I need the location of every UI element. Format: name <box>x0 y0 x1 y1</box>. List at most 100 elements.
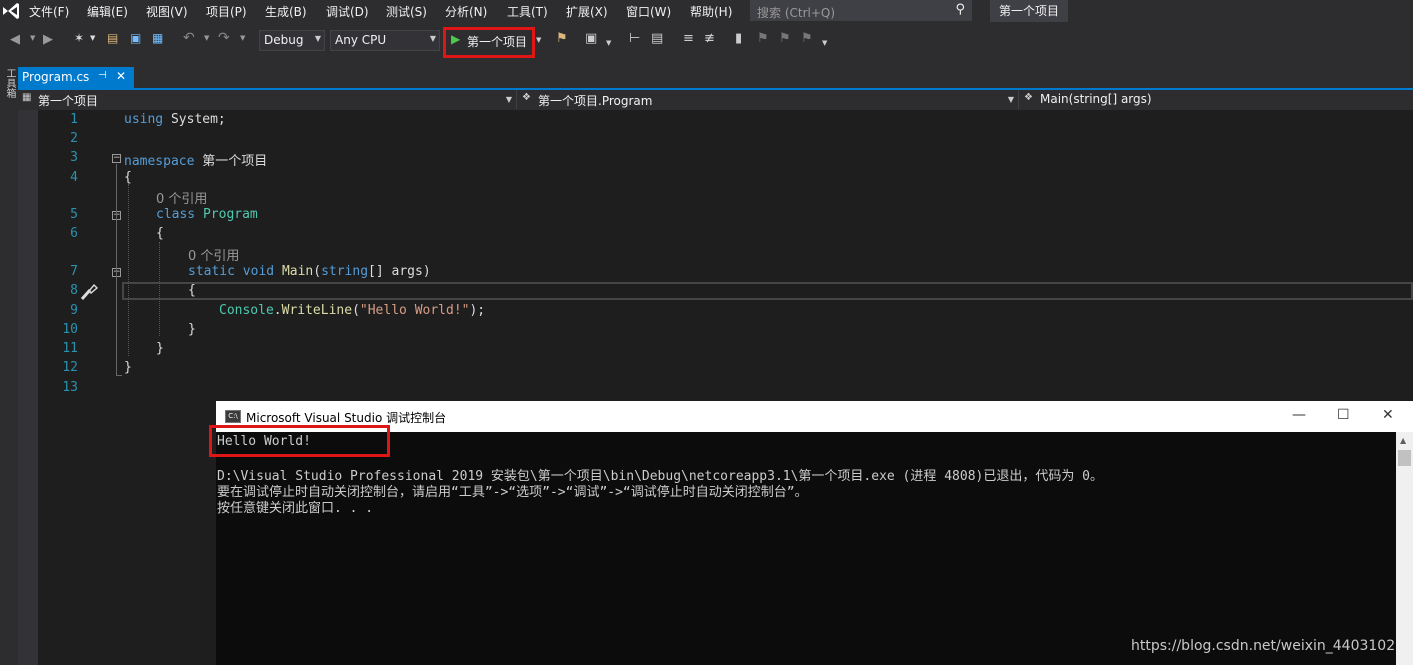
minimize-icon[interactable]: — <box>1292 407 1306 423</box>
uncomment-icon[interactable]: ≢ <box>704 31 715 46</box>
save-all-icon[interactable]: ▦ <box>152 31 163 45</box>
prev-bookmark-icon[interactable]: ⚑ <box>757 31 769 46</box>
code-line-12: } <box>124 360 132 375</box>
brace: } <box>124 360 132 375</box>
console-scrollbar[interactable]: ▲ <box>1396 432 1413 665</box>
codelens-references[interactable]: 0 个引用 <box>156 188 207 207</box>
forward-icon[interactable]: ▶ <box>43 32 53 47</box>
open-folder-icon[interactable]: ▤ <box>107 31 118 45</box>
csharp-project-icon: ▦ <box>22 92 32 103</box>
configuration-value: Debug <box>264 33 304 47</box>
code-line-4: { <box>124 170 132 185</box>
scrollbar-thumb[interactable] <box>1398 450 1411 466</box>
indent-guide <box>159 242 160 336</box>
toggle-panel-icon[interactable]: ▤ <box>651 31 663 46</box>
codelens-references[interactable]: 0 个引用 <box>188 245 239 264</box>
toolbox-strip[interactable]: 工具箱 <box>0 62 18 665</box>
menu-tools[interactable]: 工具(T) <box>507 3 548 20</box>
menu-window[interactable]: 窗口(W) <box>626 3 671 20</box>
comment-icon[interactable]: ≡ <box>683 31 694 46</box>
collapse-icon[interactable]: − <box>112 154 121 163</box>
keyword: string <box>321 264 369 279</box>
chevron-down-icon: ▼ <box>429 34 436 43</box>
type-name: Console <box>219 303 274 318</box>
class-dropdown[interactable]: ❖ 第一个项目.Program ▼ <box>518 90 1019 109</box>
clear-bookmarks-icon[interactable]: ⚑ <box>801 31 813 46</box>
browser-link-icon[interactable]: ⚑ <box>556 31 568 46</box>
tab-label: Program.cs <box>22 70 90 84</box>
maximize-icon[interactable]: ☐ <box>1337 407 1350 423</box>
undo-dropdown-icon[interactable]: ▼ <box>204 34 209 42</box>
next-bookmark-icon[interactable]: ⚑ <box>779 31 791 46</box>
code-text: ); <box>469 303 486 318</box>
line-number: 5 <box>70 207 78 222</box>
save-icon[interactable]: ▣ <box>130 31 141 45</box>
class-name: Program <box>202 207 258 222</box>
member-dropdown[interactable]: ❖ Main(string[] args) <box>1020 90 1413 109</box>
back-icon[interactable]: ◀ <box>10 32 20 47</box>
undo-icon[interactable]: ↶ <box>183 30 195 46</box>
run-dropdown-icon[interactable]: ▼ <box>536 36 541 44</box>
screenshot-icon[interactable]: ▣ <box>585 31 597 46</box>
highlight-box-run <box>443 27 535 58</box>
line-number: 3 <box>70 150 78 165</box>
new-dropdown-icon[interactable]: ▼ <box>90 34 95 42</box>
chevron-down-icon: ▼ <box>1007 95 1014 104</box>
code-line-3: namespace 第一个项目 <box>124 150 267 169</box>
screenshot-dropdown-icon[interactable]: ▼ <box>606 39 611 47</box>
method-name: WriteLine <box>281 303 353 318</box>
line-number: 2 <box>70 131 78 146</box>
menu-project[interactable]: 项目(P) <box>206 3 247 20</box>
menu-edit[interactable]: 编辑(E) <box>87 3 128 20</box>
menu-debug[interactable]: 调试(D) <box>326 3 369 20</box>
code-line-6: { <box>156 226 164 241</box>
new-project-icon[interactable]: ✶ <box>74 31 84 45</box>
menu-view[interactable]: 视图(V) <box>146 3 188 20</box>
close-icon[interactable]: ✕ <box>116 69 126 83</box>
code-line-5: class Program <box>156 207 258 222</box>
bookmark-icon[interactable]: ▮ <box>735 31 742 46</box>
scroll-up-icon[interactable]: ▲ <box>1400 436 1406 445</box>
namespace-name: 第一个项目 <box>194 154 268 169</box>
step-icon[interactable]: ⊢ <box>629 31 640 46</box>
current-line-highlight <box>122 282 1413 300</box>
menu-help[interactable]: 帮助(H) <box>690 3 732 20</box>
redo-icon[interactable]: ↷ <box>218 30 230 46</box>
paren: ( <box>352 303 360 318</box>
tab-program-cs[interactable]: Program.cs ⊣ ✕ <box>18 67 134 88</box>
menu-test[interactable]: 测试(S) <box>386 3 427 20</box>
menu-extensions[interactable]: 扩展(X) <box>566 3 608 20</box>
debug-console-window[interactable] <box>216 401 1413 665</box>
line-number: 9 <box>70 303 78 318</box>
console-title-bar[interactable]: C:\ Microsoft Visual Studio 调试控制台 — ☐ ✕ <box>216 401 1413 432</box>
highlight-box-output <box>209 425 390 457</box>
brace: } <box>188 322 196 337</box>
line-number: 13 <box>62 380 78 395</box>
solution-title: 第一个项目 <box>990 0 1069 22</box>
string-literal: "Hello World!" <box>359 303 470 318</box>
fold-line <box>116 164 117 375</box>
console-app-icon: C:\ <box>225 410 241 423</box>
close-icon[interactable]: ✕ <box>1382 407 1394 423</box>
console-title: Microsoft Visual Studio 调试控制台 <box>246 411 447 425</box>
menu-file[interactable]: 文件(F) <box>29 3 69 20</box>
menu-build[interactable]: 生成(B) <box>265 3 307 20</box>
menu-analyze[interactable]: 分析(N) <box>445 3 487 20</box>
search-box[interactable]: 搜索 (Ctrl+Q) ⚲ <box>750 0 972 21</box>
chevron-down-icon: ▼ <box>505 95 512 104</box>
pin-icon[interactable]: ⊣ <box>98 70 107 81</box>
editor-margin <box>18 110 38 665</box>
code-line-7: static void Main(string[] args) <box>188 264 431 279</box>
search-icon[interactable]: ⚲ <box>955 2 965 17</box>
line-number: 6 <box>70 226 78 241</box>
brace: { <box>188 283 196 298</box>
project-dropdown[interactable]: ▦ 第一个项目 ▼ <box>18 90 517 109</box>
watermark: https://blog.csdn.net/weixin_4403102 <box>1131 638 1396 654</box>
quick-actions-icon[interactable] <box>79 283 99 301</box>
back-dropdown-icon[interactable]: ▼ <box>30 34 35 42</box>
platform-select[interactable]: Any CPU ▼ <box>330 30 440 51</box>
redo-dropdown-icon[interactable]: ▼ <box>240 34 245 42</box>
search-placeholder: 搜索 (Ctrl+Q) <box>757 6 836 20</box>
toolbar-overflow-icon[interactable]: ▼ <box>822 39 827 47</box>
configuration-select[interactable]: Debug ▼ <box>259 30 325 51</box>
